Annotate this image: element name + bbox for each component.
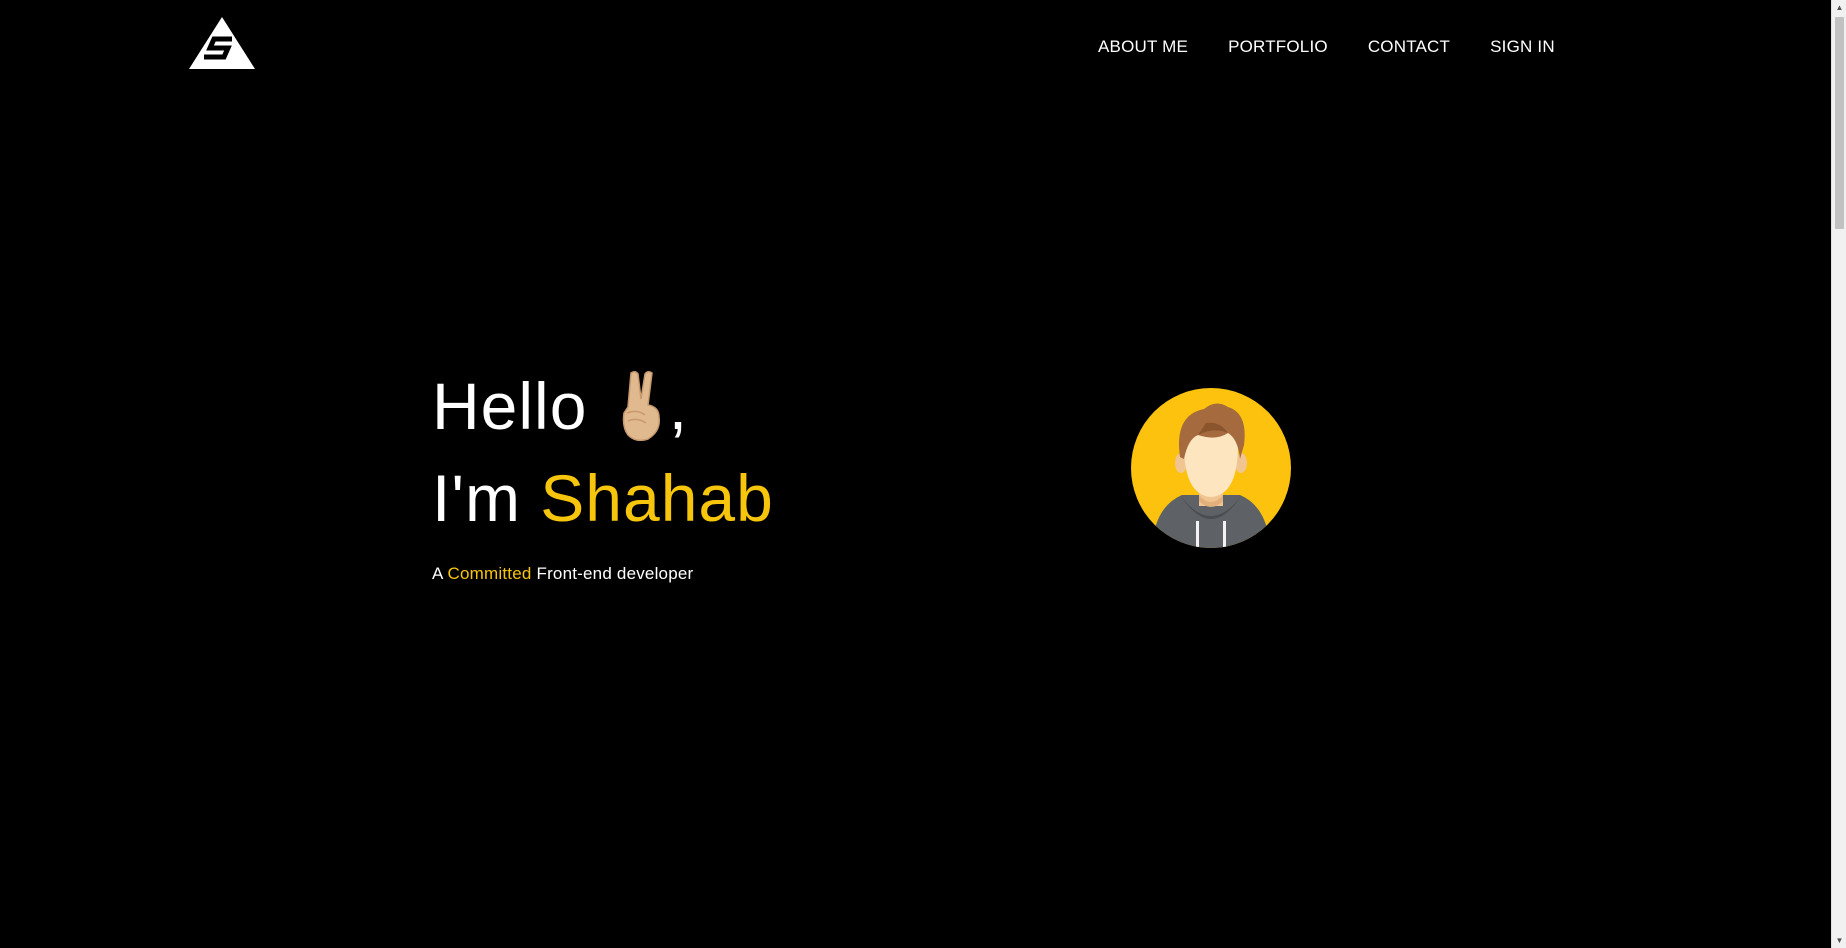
- hero: Hello , I'm Shahab A Committed Front-end…: [432, 360, 774, 584]
- main-nav: ABOUT ME PORTFOLIO CONTACT SIGN IN: [1098, 37, 1555, 57]
- scroll-up-arrow-icon[interactable]: ▲: [1832, 0, 1846, 15]
- victory-hand-icon: [615, 369, 669, 442]
- nav-contact[interactable]: CONTACT: [1368, 37, 1450, 57]
- greeting-line: Hello ,: [432, 360, 774, 452]
- avatar: [1130, 387, 1292, 549]
- intro-prefix: I'm: [432, 461, 521, 535]
- avatar-illustration-icon: [1131, 388, 1291, 548]
- nav-sign-in[interactable]: SIGN IN: [1490, 37, 1555, 57]
- tagline-suffix: Front-end developer: [536, 564, 694, 583]
- scroll-down-arrow-icon[interactable]: ▼: [1832, 933, 1846, 948]
- tagline-prefix: A: [432, 564, 443, 583]
- page: ABOUT ME PORTFOLIO CONTACT SIGN IN Hello…: [0, 0, 1846, 948]
- greeting-text: Hello: [432, 369, 588, 443]
- logo[interactable]: [188, 16, 256, 70]
- tagline-accent: Committed: [447, 564, 532, 583]
- page-scrollbar[interactable]: ▲ ▼: [1831, 0, 1846, 948]
- intro-line: I'm Shahab: [432, 452, 774, 544]
- scrollbar-thumb[interactable]: [1835, 17, 1844, 229]
- nav-about-me[interactable]: ABOUT ME: [1098, 37, 1188, 57]
- greeting-comma: ,: [668, 369, 689, 443]
- triangle-s-logo-icon: [189, 17, 255, 69]
- nav-portfolio[interactable]: PORTFOLIO: [1228, 37, 1328, 57]
- tagline: A Committed Front-end developer: [432, 564, 774, 584]
- hero-name: Shahab: [540, 461, 774, 535]
